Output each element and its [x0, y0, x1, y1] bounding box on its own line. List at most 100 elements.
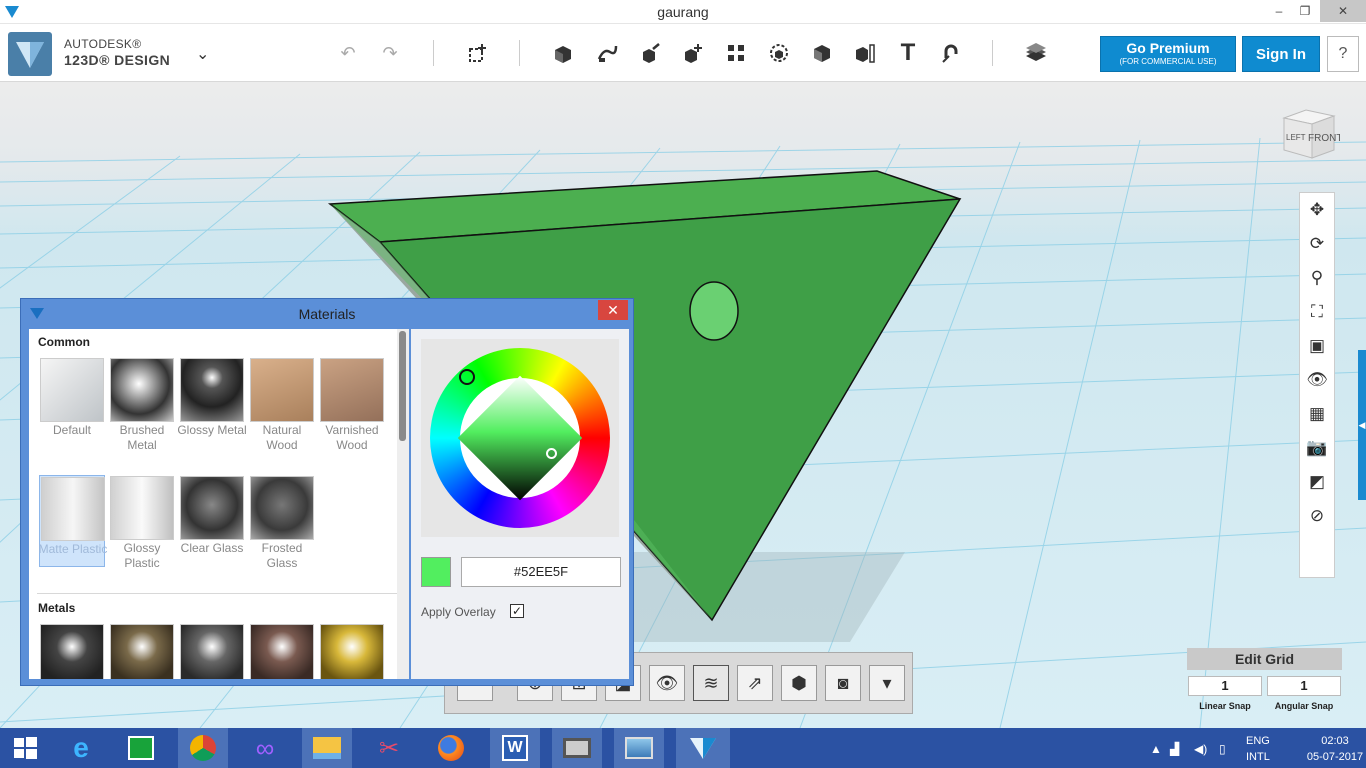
swatch-metal [180, 624, 244, 679]
material-metal-4[interactable] [249, 623, 315, 679]
panel-collapse-chevron-icon[interactable]: ◀ [1358, 350, 1366, 500]
clock[interactable]: 02:03 05-07-2017 [1305, 733, 1365, 765]
restore-button[interactable]: ❐ [1290, 0, 1320, 22]
current-color-swatch [421, 557, 451, 587]
camera-icon[interactable]: 📷 [1300, 431, 1334, 465]
orbit-icon[interactable]: ⟳ [1300, 227, 1334, 261]
hue-handle[interactable] [459, 369, 475, 385]
combine-icon[interactable] [761, 36, 797, 70]
language-indicator[interactable]: ENG INTL [1246, 733, 1270, 765]
material-natural-wood[interactable]: Natural Wood [249, 357, 315, 452]
material-brushed-metal[interactable]: Brushed Metal [109, 357, 175, 452]
solid-icon[interactable]: ⬢ [781, 665, 817, 701]
primitives-icon[interactable] [460, 36, 496, 70]
material-clear-glass[interactable]: Clear Glass [179, 475, 245, 567]
toolbar-divider [519, 40, 520, 66]
help-button[interactable]: ? [1327, 36, 1359, 72]
undo-icon[interactable]: ↶ [330, 36, 366, 70]
network-icon[interactable]: ▟ [1170, 742, 1179, 756]
start-icon[interactable] [0, 728, 50, 768]
color-wheel[interactable] [421, 339, 619, 537]
show-hidden-icons-icon[interactable]: ▲ [1150, 742, 1162, 756]
brand-line2: 123D® DESIGN [64, 52, 171, 68]
measure-icon[interactable] [804, 36, 840, 70]
library-scrollbar[interactable] [397, 329, 409, 679]
language-code: ENG [1246, 735, 1270, 747]
view-cube[interactable]: LEFT FRONT [1278, 104, 1342, 162]
volume-icon[interactable]: ◀) [1194, 742, 1207, 756]
scroll-thumb[interactable] [399, 331, 406, 441]
grouping-icon[interactable] [718, 36, 754, 70]
linear-snap-field[interactable]: 1 [1188, 676, 1262, 696]
section-common: Common [38, 335, 90, 349]
zoom-icon[interactable]: ⚲ [1300, 261, 1334, 295]
material-glossy-plastic[interactable]: Glossy Plastic [109, 475, 175, 570]
grid-visibility-icon[interactable]: ▦ [1300, 397, 1334, 431]
remote-desktop-icon[interactable] [552, 728, 602, 768]
material-icon[interactable] [1018, 36, 1054, 70]
pattern-icon[interactable] [675, 36, 711, 70]
edit-grid-button[interactable]: Edit Grid [1187, 648, 1342, 670]
material-label: Glossy Plastic [123, 541, 161, 570]
go-premium-button[interactable]: Go Premium (FOR COMMERCIAL USE) [1100, 36, 1236, 72]
material-metal-2[interactable] [109, 623, 175, 679]
angular-snap-field[interactable]: 1 [1267, 676, 1341, 696]
export-icon[interactable]: ⇗ [737, 665, 773, 701]
app-logo[interactable] [8, 32, 52, 76]
edit-grid-panel: Edit Grid 1 1 Linear Snap Angular Snap [1187, 648, 1342, 716]
hex-color-input[interactable]: #52EE5F [461, 557, 621, 587]
pan-icon[interactable]: ✥ [1300, 193, 1334, 227]
123d-design-icon[interactable] [676, 728, 730, 768]
swatch-clear-glass [180, 476, 244, 540]
redo-icon[interactable]: ↷ [372, 36, 408, 70]
battery-icon[interactable]: ▯ [1219, 742, 1226, 756]
material-metal-5[interactable] [319, 623, 385, 679]
material-metal-3[interactable] [179, 623, 245, 679]
firefox-icon[interactable] [426, 728, 476, 768]
apply-overlay-label: Apply Overlay [421, 605, 496, 619]
material-varnished-wood[interactable]: Varnished Wood [319, 357, 385, 452]
file-explorer-icon[interactable] [302, 728, 352, 768]
chrome-icon[interactable] [178, 728, 228, 768]
word-icon[interactable]: W [490, 728, 540, 768]
material-metal-1[interactable] [39, 623, 105, 679]
snapshot-icon[interactable]: ◙ [825, 665, 861, 701]
material-default[interactable]: Default [39, 357, 105, 449]
material-tool-icon[interactable]: ≋ [693, 665, 729, 701]
materials-titlebar[interactable]: Materials ✕ [21, 299, 633, 329]
material-matte-plastic[interactable]: Matte Plastic [39, 475, 107, 567]
hide-eye-icon[interactable]: 👁 [649, 665, 685, 701]
zoom-selected-icon[interactable]: ▣ [1300, 329, 1334, 363]
modify-icon[interactable] [632, 36, 668, 70]
more-tools-icon[interactable]: ▾ [869, 665, 905, 701]
photos-icon[interactable] [614, 728, 664, 768]
snap-icon[interactable] [933, 36, 969, 70]
sign-in-button[interactable]: Sign In [1242, 36, 1320, 72]
app-menu-chevron-icon[interactable]: ⌄ [196, 44, 209, 64]
color-picker-panel: #52EE5F Apply Overlay ✓ [411, 329, 629, 679]
visibility-eye-icon[interactable]: 👁 [1300, 363, 1334, 397]
saturation-handle[interactable] [546, 448, 557, 459]
close-button[interactable]: ✕ [1320, 0, 1366, 22]
material-frosted-glass[interactable]: Frosted Glass [249, 475, 315, 570]
material-display-icon[interactable]: ◩ [1300, 465, 1334, 499]
store-icon[interactable] [116, 728, 166, 768]
materials-close-button[interactable]: ✕ [598, 300, 628, 320]
hide-grid-icon[interactable]: ⊘ [1300, 499, 1334, 533]
swatch-default [40, 358, 104, 422]
sketch-icon[interactable] [545, 36, 581, 70]
text-icon[interactable]: T [890, 36, 926, 70]
construct-icon[interactable] [589, 36, 625, 70]
material-glossy-metal[interactable]: Glossy Metal [177, 357, 247, 449]
fit-icon[interactable]: ⛶ [1300, 295, 1334, 329]
paint-icon[interactable]: ✂ [364, 728, 414, 768]
title-bar: gaurang ‒ ❐ ✕ [0, 0, 1366, 24]
taskbar: e ∞ ✂ W ▲ ▟ ◀) ▯ ENG INTL 02:03 05-07-20… [0, 728, 1366, 768]
box-ruler-icon[interactable] [847, 36, 883, 70]
infinity-app-icon[interactable]: ∞ [240, 728, 290, 768]
swatch-brushed-metal [110, 358, 174, 422]
apply-overlay-checkbox[interactable]: ✓ [510, 604, 524, 618]
internet-explorer-icon[interactable]: e [56, 728, 106, 768]
keyboard-layout: INTL [1246, 751, 1270, 763]
swatch-glossy-plastic [110, 476, 174, 540]
